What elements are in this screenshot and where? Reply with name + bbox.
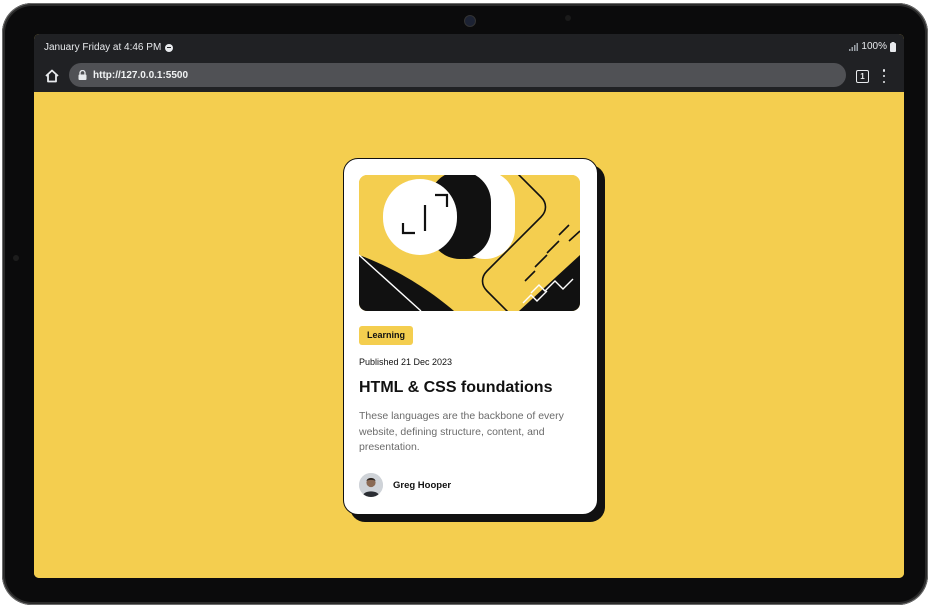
battery-percentage: 100% — [861, 41, 887, 52]
avatar — [359, 473, 383, 497]
avatar-image — [359, 473, 383, 497]
tabs-icon[interactable]: 1 — [856, 70, 869, 83]
category-tag: Learning — [359, 326, 414, 345]
lock-icon — [78, 70, 87, 80]
screen: January Friday at 4:46 PM 100% http://12… — [34, 34, 904, 578]
card-title[interactable]: HTML & CSS foundations — [359, 379, 552, 397]
author-name: Greg Hooper — [393, 479, 452, 491]
light-sensor — [565, 15, 571, 21]
tablet-frame: January Friday at 4:46 PM 100% http://12… — [2, 3, 928, 605]
menu-icon[interactable] — [882, 69, 886, 83]
page-content: Learning Published 21 Dec 2023 HTML & CS… — [34, 92, 904, 578]
browser-toolbar: http://127.0.0.1:5500 1 — [34, 60, 904, 92]
status-bar: January Friday at 4:46 PM 100% — [34, 34, 904, 60]
address-bar[interactable]: http://127.0.0.1:5500 — [69, 63, 846, 87]
home-icon[interactable] — [44, 68, 60, 84]
published-date: Published 21 Dec 2023 — [359, 357, 453, 367]
illustration-graphic — [359, 175, 580, 311]
side-sensor — [13, 255, 19, 261]
notification-icon — [165, 43, 174, 52]
battery-icon — [890, 41, 896, 52]
author-info: Greg Hooper — [359, 473, 451, 497]
status-datetime: January Friday at 4:46 PM — [44, 42, 162, 53]
card-illustration — [359, 175, 580, 311]
front-camera — [464, 15, 476, 27]
card-description: These languages are the backbone of ever… — [359, 410, 564, 453]
signal-icon — [849, 42, 859, 51]
url-text: http://127.0.0.1:5500 — [93, 69, 189, 81]
blog-preview-card[interactable]: Learning Published 21 Dec 2023 HTML & CS… — [343, 158, 598, 515]
